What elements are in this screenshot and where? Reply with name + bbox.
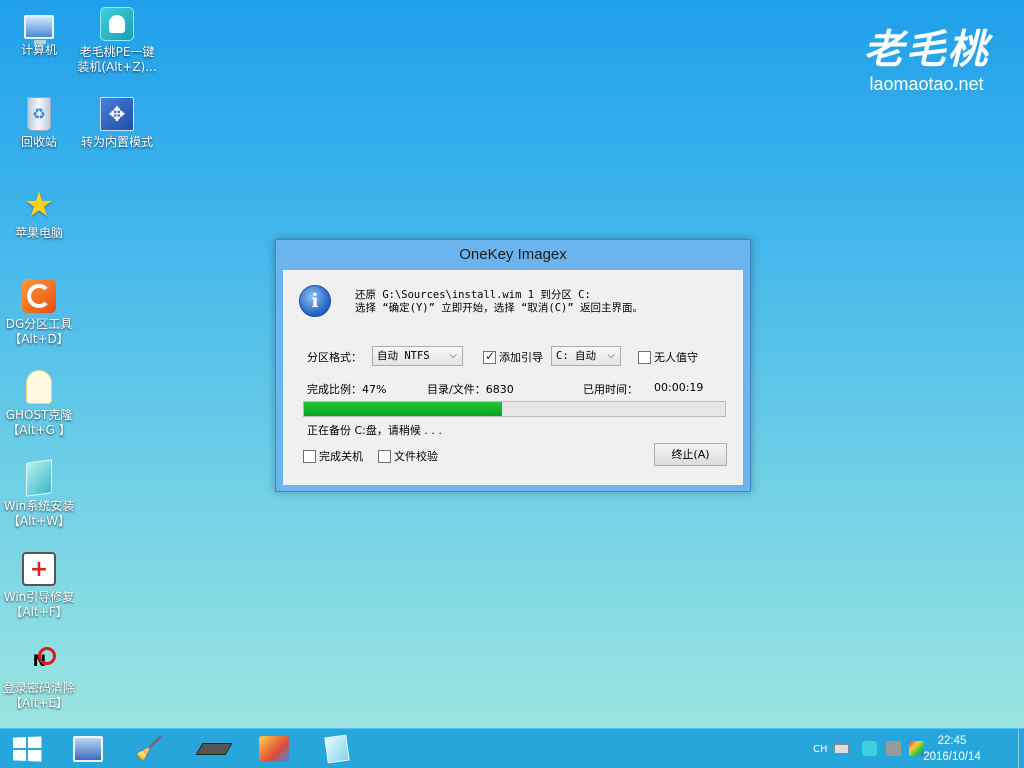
taskbar: 🧹 CH 22:45 2016/10/14 [0,728,1024,768]
verify-label: 文件校验 [394,450,438,463]
progress-bar [303,401,726,417]
ghost-installer-icon [100,7,134,41]
boot-drive-value: C: 自动 [556,350,596,362]
progress-fill [304,402,502,416]
shutdown-label: 完成关机 [319,450,363,463]
checkbox-box[interactable] [378,449,391,463]
unattended-checkbox[interactable]: 无人值守 [638,349,698,365]
desktop-icon-label: 回收站 [20,135,57,149]
shutdown-on-complete-checkbox[interactable]: 完成关机 [303,448,363,464]
checkbox-box[interactable] [638,350,651,364]
desktop-icon-label: 转为内置模式 [80,135,153,149]
checkbox-box[interactable] [483,349,496,364]
show-desktop-button[interactable] [1018,729,1024,768]
tools-icon[interactable] [259,736,289,762]
abort-button[interactable]: 终止(A) [654,443,727,466]
desktop-icon-recycle-bin[interactable]: 回收站 [0,97,79,150]
screen-icon[interactable] [73,736,103,762]
desktop-icon-label: Win引导修复 【Alt+F】 [3,590,75,619]
desktop-icon-boot-repair[interactable]: Win引导修复 【Alt+F】 [0,552,79,620]
message-line-1: 还原 G:\Sources\install.wim 1 到分区 C: [355,289,591,301]
brand-logo: 老毛桃 laomaotao.net [859,26,994,94]
desktop-icon-win-install[interactable]: Win系统安装 【Alt+W】 [0,459,79,529]
keyboard-icon[interactable] [834,744,849,754]
broom-icon[interactable]: 🧹 [134,736,164,762]
add-boot-checkbox[interactable]: 添加引导 [483,349,543,365]
notes-icon[interactable] [324,734,350,764]
partition-format-label: 分区格式： [307,351,362,364]
chevron-down-icon: ⌵ [607,350,615,361]
chevron-down-icon: ⌵ [449,350,457,361]
desktop-icon-apple[interactable]: ★ 苹果电脑 [0,188,79,241]
file-verify-checkbox[interactable]: 文件校验 [378,448,438,464]
network-icon[interactable] [886,741,901,756]
ghost-icon [26,370,52,404]
desktop-icon-label: 登录密码清除 【Alt+E】 [2,681,75,710]
desktop-icon-label: Win系统安装 【Alt+W】 [3,499,75,528]
partition-format-value: 自动 NTFS [377,350,430,362]
mode-switch-icon [100,97,134,131]
dialog-body: i 还原 G:\Sources\install.wim 1 到分区 C: 选择 … [283,270,743,485]
files-count-label: 目录/文件：6830 [427,383,514,396]
desktop-icon-label: 苹果电脑 [14,226,63,240]
partition-format-select[interactable]: 自动 NTFS ⌵ [372,346,463,366]
elapsed-time-value: 00:00:19 [654,381,704,394]
repair-kit-icon [22,552,56,586]
memory-chip-icon[interactable] [195,743,233,755]
desktop-icon-label: 计算机 [20,43,57,57]
desktop-icon-label: GHOST克隆 【Alt+G 】 [5,408,73,437]
windows-install-icon [26,459,52,497]
progress-ratio-label: 完成比例：47% [307,383,387,396]
clock-time: 22:45 [937,735,967,747]
desktop-icon-label: 老毛桃PE一键 装机(Alt+Z)... [77,45,157,74]
clock-date: 2016/10/14 [923,751,981,763]
diskgenius-icon [22,279,56,313]
star-icon: ★ [23,185,55,225]
desktop-icon-pe-installer[interactable]: 老毛桃PE一键 装机(Alt+Z)... [77,7,157,75]
desktop-icon-label: DG分区工具 【Alt+D】 [5,317,73,346]
message-line-2: 选择 “确定(Y)” 立即开始，选择 “取消(C)” 返回主界面。 [355,302,644,314]
onekey-imagex-dialog: OneKey Imagex i 还原 G:\Sources\install.wi… [275,239,751,492]
add-boot-label: 添加引导 [499,351,543,364]
info-icon: i [299,285,331,317]
recycle-bin-icon [27,97,51,131]
desktop-icon-ghost[interactable]: GHOST克隆 【Alt+G 】 [0,370,79,438]
nt-password-icon: N [22,643,56,677]
unattended-label: 无人值守 [654,351,698,364]
computer-icon [24,15,54,44]
logo-chinese: 老毛桃 [863,26,990,73]
desktop-icon-dg-partition[interactable]: DG分区工具 【Alt+D】 [0,279,79,347]
status-text: 正在备份 C:盘，请稍候 . . . [307,424,442,437]
boot-drive-select[interactable]: C: 自动 ⌵ [551,346,621,366]
dialog-title[interactable]: OneKey Imagex [276,240,750,270]
dialog-message: 还原 G:\Sources\install.wim 1 到分区 C: 选择 “确… [355,289,643,315]
input-language[interactable]: CH [813,729,828,768]
desktop-icon-password-clear[interactable]: N 登录密码清除 【Alt+E】 [0,643,79,711]
elapsed-time-label: 已用时间： [583,383,638,396]
clock[interactable]: 22:45 2016/10/14 [912,733,992,765]
desktop-icon-computer[interactable]: 计算机 [0,9,79,58]
ghost-tray-icon[interactable] [862,741,877,756]
desktop-icon-builtin-mode[interactable]: 转为内置模式 [77,97,157,150]
start-button[interactable] [12,736,42,762]
checkbox-box[interactable] [303,449,316,463]
logo-url: laomaotao.net [869,74,984,94]
